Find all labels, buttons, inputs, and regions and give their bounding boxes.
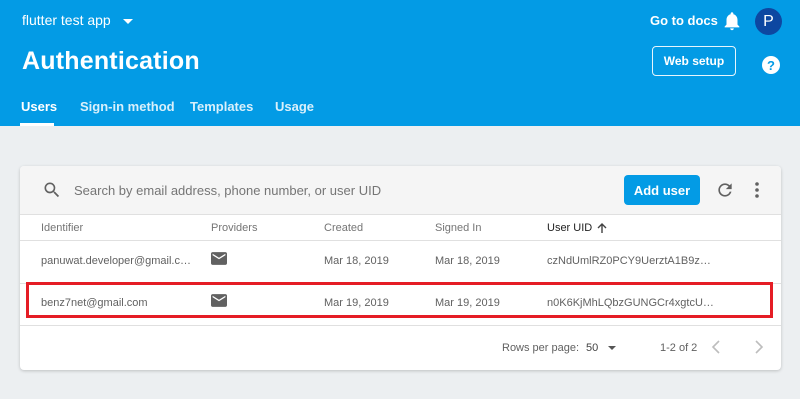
web-setup-button[interactable]: Web setup <box>652 46 736 76</box>
uid-cell: czNdUmlRZ0PCY9UerztA1B9zT… <box>547 255 717 267</box>
row-divider <box>20 325 781 326</box>
search-icon <box>44 182 60 198</box>
sort-arrow-up-icon <box>597 222 607 233</box>
avatar[interactable]: P <box>755 8 782 35</box>
created-cell: Mar 18, 2019 <box>324 255 389 267</box>
chevron-down-icon <box>122 18 133 24</box>
highlight-box <box>26 282 773 318</box>
more-vert-icon[interactable] <box>749 180 765 200</box>
signed-in-cell: Mar 18, 2019 <box>435 255 500 267</box>
help-icon[interactable]: ? <box>762 56 780 74</box>
page-title: Authentication <box>22 47 200 75</box>
column-header-signed-in: Signed In <box>435 222 482 234</box>
table-row[interactable]: panuwat.developer@gmail.c… Mar 18, 2019 … <box>20 241 781 283</box>
identifier-cell: panuwat.developer@gmail.c… <box>41 255 191 267</box>
pagination-range: 1-2 of 2 <box>660 342 698 354</box>
table-toolbar: Add user <box>20 166 781 215</box>
notifications-bell-icon[interactable] <box>721 10 743 32</box>
rows-per-page-select[interactable]: 50 <box>586 342 598 354</box>
column-header-identifier: Identifier <box>41 222 84 234</box>
project-name: flutter test app <box>22 12 111 28</box>
column-header-user-uid[interactable]: User UID <box>547 222 607 234</box>
next-page-icon[interactable] <box>753 339 765 355</box>
refresh-icon[interactable] <box>715 180 735 200</box>
tab-sign-in-method[interactable]: Sign-in method <box>80 99 175 114</box>
column-header-user-uid-label: User UID <box>547 222 593 234</box>
column-header-created: Created <box>324 222 364 234</box>
mail-icon <box>211 252 227 265</box>
column-header-providers: Providers <box>211 222 258 234</box>
chevron-down-icon[interactable] <box>608 346 616 350</box>
project-selector[interactable]: flutter test app <box>22 12 133 28</box>
tab-users[interactable]: Users <box>21 99 57 114</box>
search-input[interactable] <box>72 178 616 202</box>
tab-templates[interactable]: Templates <box>190 99 253 114</box>
add-user-button[interactable]: Add user <box>624 175 700 205</box>
users-table-card: Add user Identifier Providers Created Si… <box>20 166 781 370</box>
rows-per-page-label: Rows per page: <box>502 342 580 354</box>
active-tab-indicator <box>20 123 54 126</box>
tab-usage[interactable]: Usage <box>275 99 314 114</box>
app-header: flutter test app Go to docs P Authentica… <box>0 0 800 126</box>
previous-page-icon[interactable] <box>710 339 722 355</box>
go-to-docs-link[interactable]: Go to docs <box>650 13 718 28</box>
